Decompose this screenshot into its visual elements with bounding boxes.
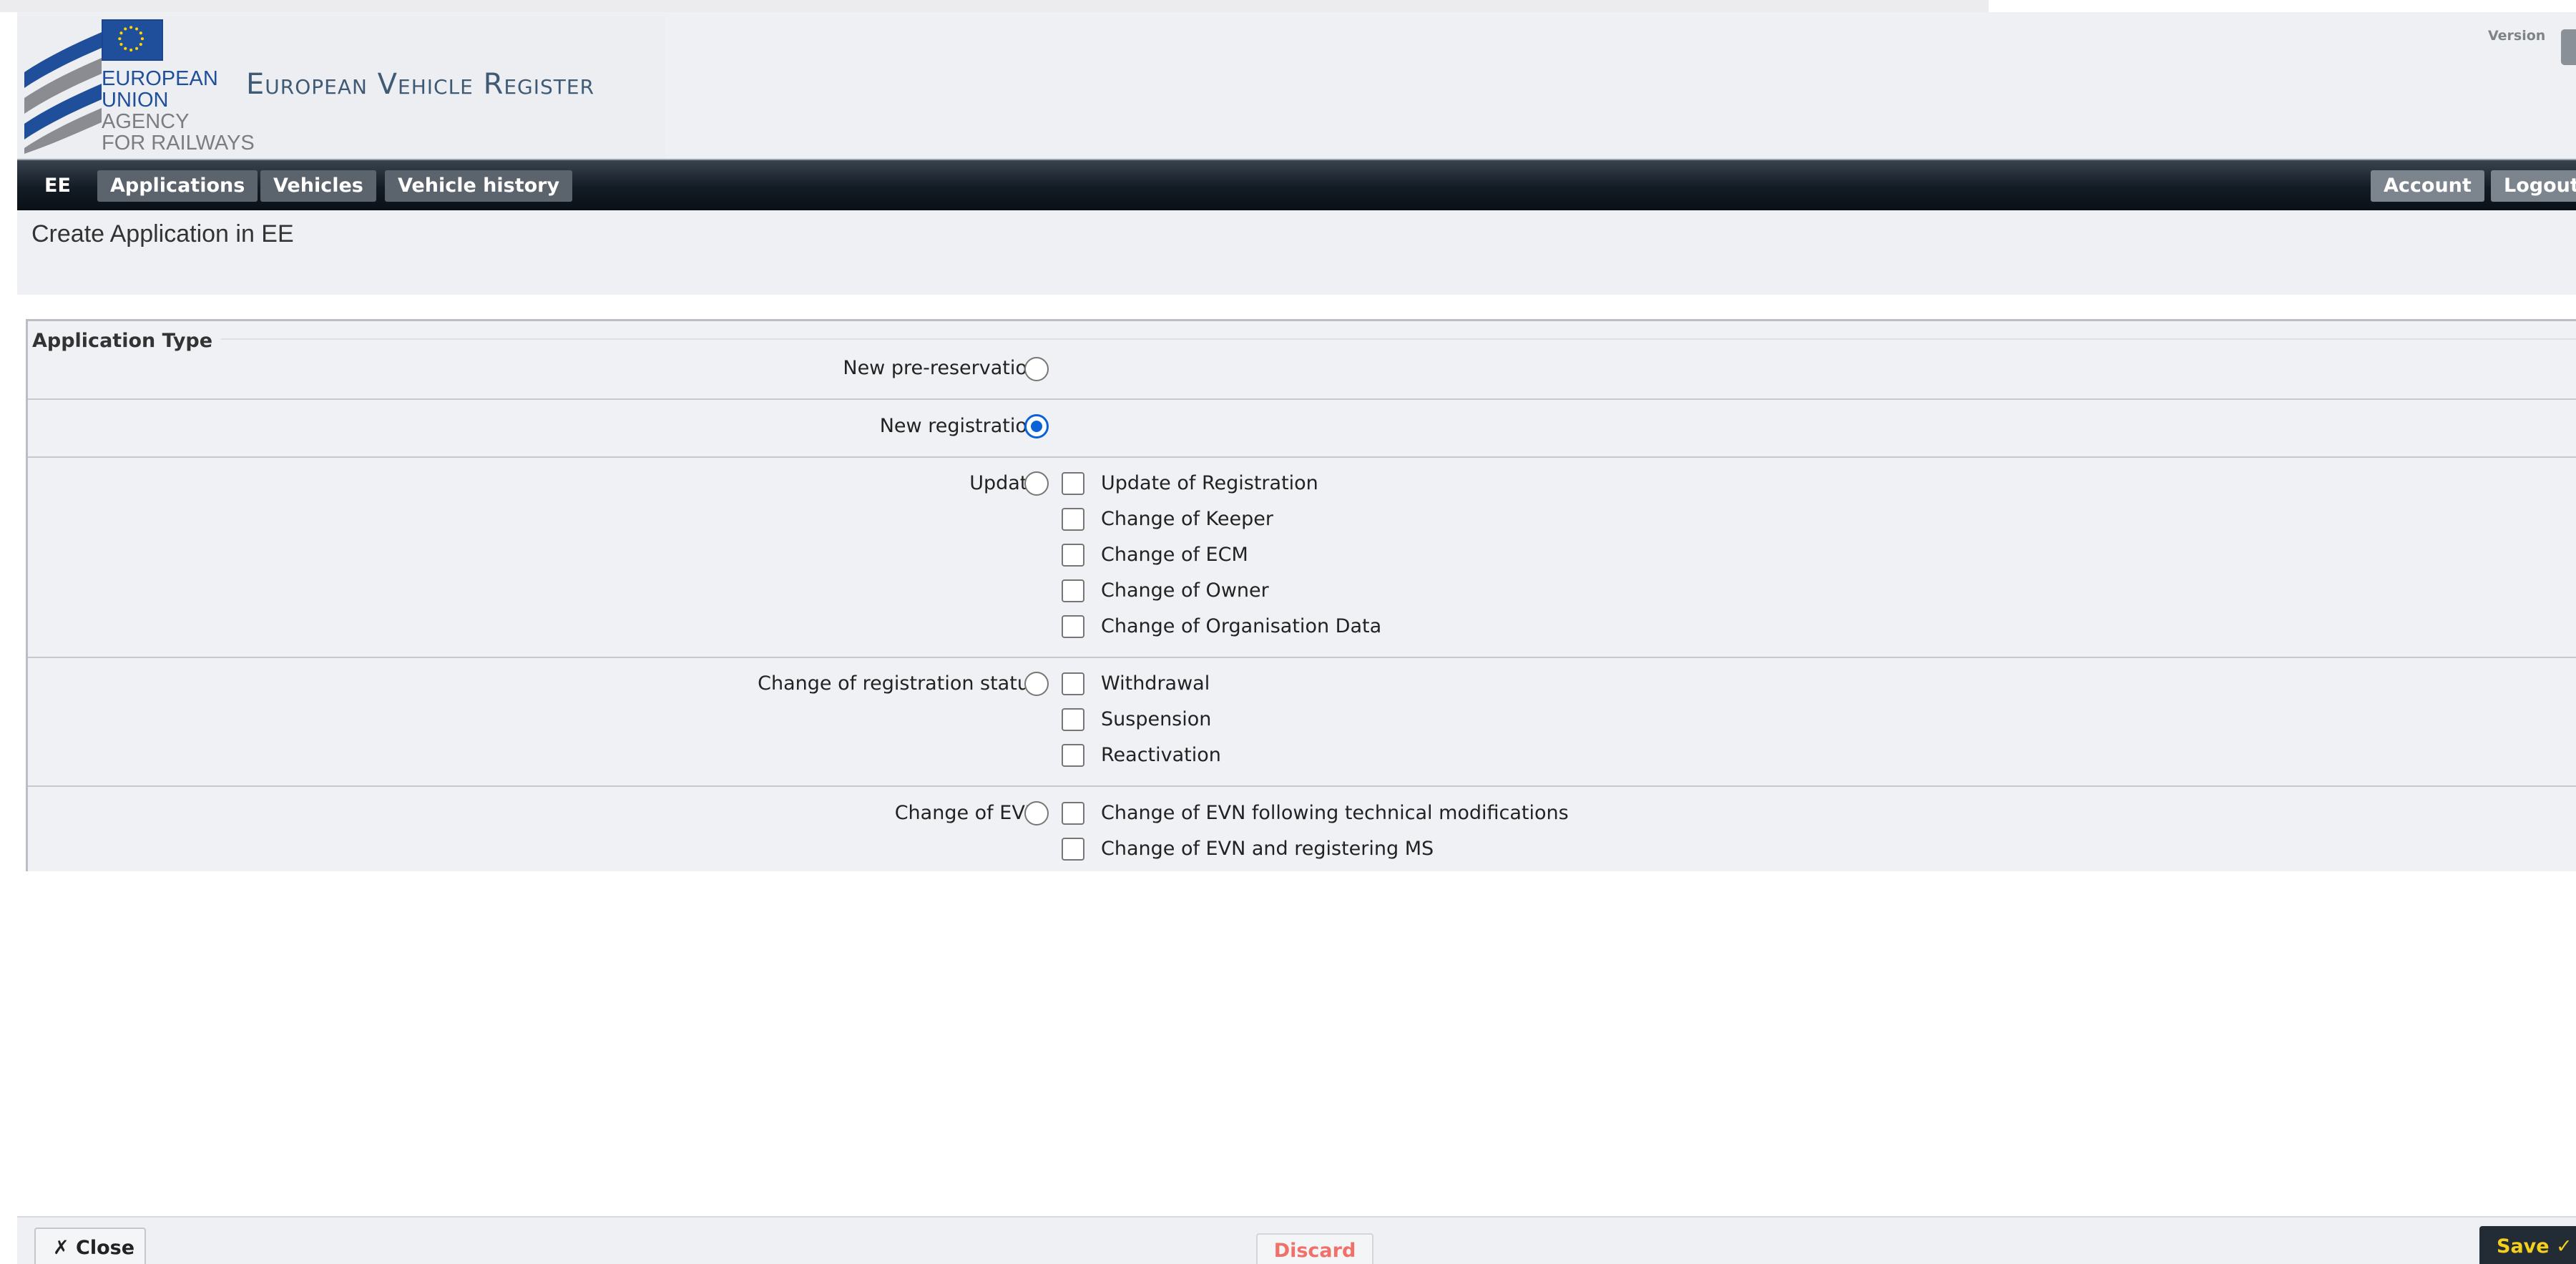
checkbox-change-of-owner[interactable] [1062,579,1084,602]
radio-change-of-registration-status[interactable] [1024,672,1049,696]
eu-star [139,43,142,46]
checkbox-label: Reactivation [1101,744,1221,766]
version-badge [2561,29,2576,65]
top-strip [0,0,1989,12]
checkbox-change-of-evn-registering-ms[interactable] [1062,838,1084,861]
nav-vehicles[interactable]: Vehicles [260,170,376,202]
nav-vehicle-history[interactable]: Vehicle history [385,170,573,202]
eu-star [129,48,133,52]
checkbox-label: Change of EVN following technical modifi… [1101,802,1569,824]
agency-line: UNION [102,89,169,112]
page-title-band: Create Application in EE [17,210,2576,295]
checkbox-label: Update of Registration [1101,472,1318,494]
nav-country[interactable]: EE [37,170,78,202]
eu-star [129,26,133,29]
checkbox-change-of-evn-technical[interactable] [1062,802,1084,825]
discard-button[interactable]: Discard [1256,1233,1373,1264]
checkbox-label: Change of EVN and registering MS [1101,838,1434,860]
save-button[interactable]: Save ✓ [2479,1226,2576,1264]
radio-update[interactable] [1024,471,1049,496]
footer-bar: ✗ Close Discard Save ✓ [17,1216,2576,1264]
radio-new-registration[interactable] [1024,414,1049,439]
eu-star [140,37,145,41]
checkbox-reactivation[interactable] [1062,744,1084,767]
checkbox-label: Suspension [1101,708,1212,730]
row-separator [28,456,2576,458]
app-title: European Vehicle Register [246,68,595,101]
checkbox-update-of-registration[interactable] [1062,472,1084,495]
option-label-change-of-evn: Change of EVN [894,802,1039,824]
checkbox-label: Change of Organisation Data [1101,615,1382,637]
agency-line: EUROPEAN [102,67,218,90]
eu-star [139,31,142,35]
close-button[interactable]: ✗ Close [34,1228,146,1264]
row-separator [28,398,2576,400]
agency-name: EUROPEAN UNION AGENCY FOR RAILWAYS [102,68,255,154]
agency-line: FOR RAILWAYS [102,132,255,155]
header: EUROPEAN UNION AGENCY FOR RAILWAYS Europ… [17,12,2576,159]
era-logo: EUROPEAN UNION AGENCY FOR RAILWAYS Europ… [17,16,665,158]
checkbox-label: Change of ECM [1101,544,1248,566]
eu-star [124,27,127,31]
checkbox-label: Change of Keeper [1101,508,1273,530]
checkbox-change-of-keeper[interactable] [1062,508,1084,531]
eu-star [124,46,127,50]
checkbox-suspension[interactable] [1062,708,1084,731]
main-navbar: EE Applications Vehicles Vehicle history… [17,159,2576,210]
checkbox-change-of-organisation-data[interactable] [1062,615,1084,638]
eu-star [118,37,122,41]
eu-star [119,43,123,46]
checkbox-label: Withdrawal [1101,672,1210,695]
panel-legend: Application Type [32,330,213,352]
checkbox-change-of-ecm[interactable] [1062,544,1084,567]
nav-applications[interactable]: Applications [97,170,258,202]
era-stripes-icon [24,32,102,154]
legend-line [221,338,2576,340]
eu-flag-icon [102,19,163,61]
eu-stars-icon [118,26,145,52]
version-label: Version [2488,28,2546,44]
application-type-panel: Application Type New pre-reservation New… [26,319,2576,871]
radio-change-of-evn[interactable] [1024,801,1049,825]
top-strip-blank [1989,0,2576,12]
option-label-change-of-registration-status: Change of registration status [758,672,1039,695]
checkbox-label: Change of Owner [1101,579,1269,602]
page-title: Create Application in EE [31,220,294,248]
option-label-new-pre-reservation: New pre-reservation [843,357,1039,379]
row-separator [28,657,2576,658]
row-separator [28,785,2576,787]
account-button[interactable]: Account [2371,170,2484,202]
eu-star [135,46,139,50]
agency-line: AGENCY [102,110,190,133]
checkbox-withdrawal[interactable] [1062,672,1084,695]
option-label-new-registration: New registration [879,415,1039,437]
eu-star [135,27,139,31]
eu-star [119,31,123,35]
radio-new-pre-reservation[interactable] [1024,357,1049,381]
logout-button[interactable]: Logout [2491,170,2576,202]
